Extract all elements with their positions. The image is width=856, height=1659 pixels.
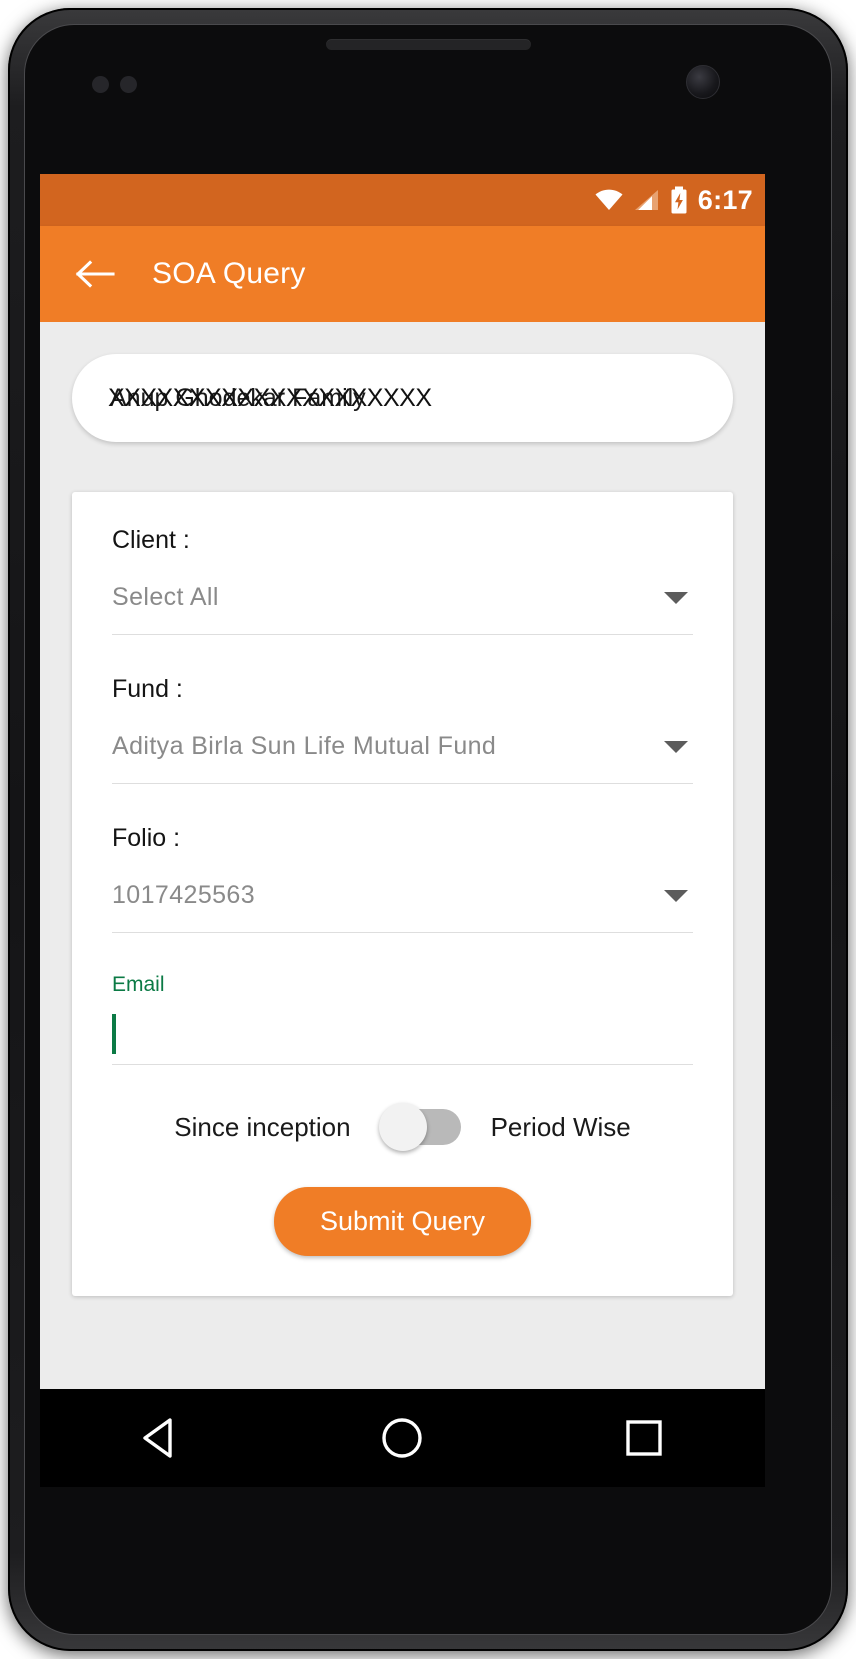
field-group-email: Email	[112, 973, 693, 1065]
phone-screen: 6:17 SOA Query Anup Ghodekar Family XXXX…	[40, 174, 765, 1389]
chevron-down-icon	[664, 889, 688, 902]
earpiece-speaker	[326, 39, 531, 50]
client-field-label: Client :	[112, 526, 190, 554]
proximity-sensor-icon	[92, 76, 109, 93]
period-toggle-knob	[378, 1103, 427, 1151]
nav-recents-button[interactable]	[609, 1403, 679, 1473]
android-navigation-bar	[40, 1389, 765, 1487]
status-bar-icons	[594, 186, 688, 214]
field-group-folio: Folio : 1017425563	[112, 824, 693, 973]
client-name-redacted: Anup Ghodekar Family XXXXXXXXXXXXXXXXXXX…	[108, 385, 432, 411]
client-dropdown-value: Select All	[112, 583, 219, 611]
folio-field-label: Folio :	[112, 824, 181, 852]
submit-query-button[interactable]: Submit Query	[273, 1187, 532, 1256]
triangle-back-icon	[143, 1418, 172, 1458]
fund-dropdown[interactable]: Aditya Birla Sun Life Mutual Fund	[112, 732, 693, 784]
square-recents-icon	[626, 1420, 662, 1456]
since-inception-label: Since inception	[174, 1111, 351, 1142]
light-sensor-icon	[120, 76, 137, 93]
fund-dropdown-value: Aditya Birla Sun Life Mutual Fund	[112, 732, 497, 760]
soa-query-form-card: Client : Select All Fund : Aditya Birla …	[72, 492, 733, 1296]
email-field-label: Email	[112, 973, 165, 996]
content-area: Anup Ghodekar Family XXXXXXXXXXXXXXXXXXX…	[40, 322, 765, 1389]
status-bar: 6:17	[40, 174, 765, 226]
period-toggle-row: Since inception Period Wise	[112, 1103, 693, 1151]
nav-home-button[interactable]	[367, 1403, 437, 1473]
nav-back-button[interactable]	[126, 1403, 196, 1473]
field-group-fund: Fund : Aditya Birla Sun Life Mutual Fund	[112, 675, 693, 824]
battery-charging-icon	[671, 186, 687, 214]
submit-row: Submit Query	[112, 1187, 693, 1256]
folio-dropdown-value: 1017425563	[112, 881, 256, 909]
field-group-client: Client : Select All	[112, 526, 693, 675]
wifi-icon	[595, 189, 623, 210]
front-camera-icon	[686, 65, 720, 99]
period-wise-label: Period Wise	[490, 1111, 631, 1142]
circle-home-icon	[382, 1418, 423, 1458]
fund-field-label: Fund :	[112, 675, 183, 703]
client-name-pill[interactable]: Anup Ghodekar Family XXXXXXXXXXXXXXXXXXX…	[72, 354, 733, 442]
cellular-signal-icon	[634, 190, 658, 210]
status-bar-clock: 6:17	[697, 184, 753, 215]
arrow-left-icon	[75, 260, 115, 288]
period-toggle-switch[interactable]	[378, 1103, 461, 1151]
app-bar: SOA Query	[40, 226, 765, 322]
text-cursor-icon	[112, 1013, 116, 1054]
email-input[interactable]	[112, 1003, 693, 1065]
client-dropdown[interactable]: Select All	[112, 583, 693, 635]
redaction-overlay: XXXXXXXXXXXXXXXXXXXX	[108, 383, 432, 412]
chevron-down-icon	[664, 740, 688, 753]
chevron-down-icon	[664, 591, 688, 604]
folio-dropdown[interactable]: 1017425563	[112, 881, 693, 933]
back-button[interactable]	[72, 251, 118, 297]
page-title: SOA Query	[152, 257, 306, 290]
